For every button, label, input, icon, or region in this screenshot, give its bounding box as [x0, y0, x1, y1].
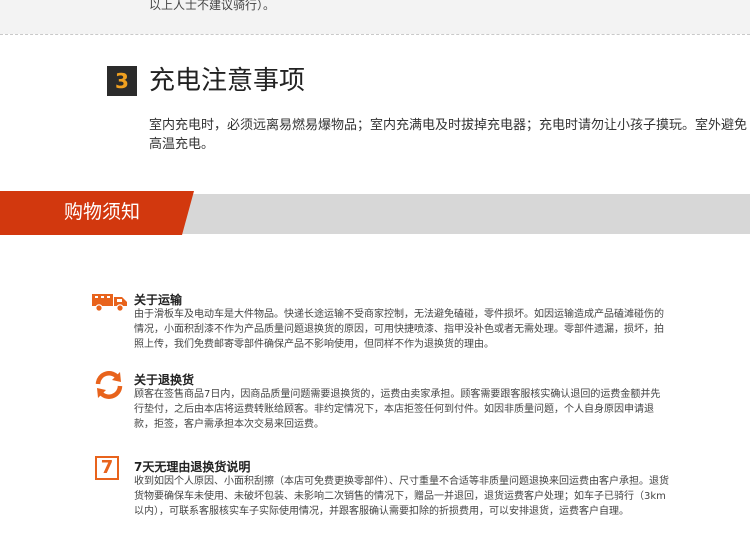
seven-icon-glyph: 7	[100, 457, 114, 478]
charging-notes-text: 室内充电时，必须远离易燃易爆物品；室内充满电及时拔掉充电器；充电时请勿让小孩子摸…	[149, 118, 748, 152]
returns-title: 关于退换货	[134, 373, 195, 387]
top-note: 以上人士不建议骑行）。	[149, 0, 276, 12]
previous-section-block: 以上人士不建议骑行）。	[0, 0, 750, 34]
returns-body: 顾客在签售商品7日内，因商品质量问题需要退换货的，运费由卖家承担。顾客需要跟客服…	[134, 389, 661, 430]
banner-title: 购物须知	[64, 201, 141, 223]
seven-icon: 7	[95, 456, 119, 480]
dashed-divider	[0, 34, 750, 35]
shipping-title: 关于运输	[134, 293, 183, 307]
shipping-body: 由于滑板车及电动车是大件物品。快递长途运输不受商家控制，无法避免磕碰，零件损坏。…	[134, 309, 664, 350]
seven-day-title: 7天无理由退换货说明	[134, 460, 251, 474]
section-title-charging: 充电注意事项	[149, 66, 306, 96]
banner-red-tab: 购物须知	[0, 191, 194, 235]
section-number-badge: 3	[107, 66, 137, 96]
refresh-icon	[95, 371, 123, 399]
seven-day-body: 收到如因个人原因、小面积刮擦（本店可免费更换零部件）、尺寸重量不合适等非质量问题…	[134, 476, 669, 517]
truck-icon	[92, 294, 127, 312]
